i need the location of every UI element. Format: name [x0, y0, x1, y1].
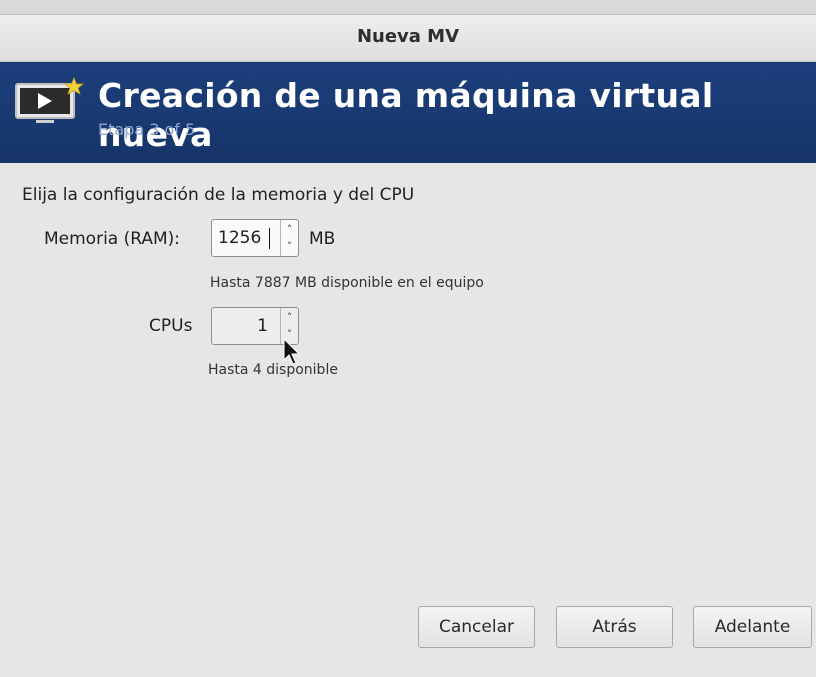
vm-monitor-icon — [15, 76, 84, 123]
title-bar[interactable]: Nueva MV — [0, 15, 816, 62]
memory-value[interactable]: 1256 — [218, 228, 261, 248]
memory-spinbox[interactable]: 1256 ˄ ˅ — [211, 219, 299, 257]
wizard-header: Creación de una máquina virtual nueva Et… — [0, 62, 816, 163]
memory-label: Memoria (RAM): — [44, 229, 181, 249]
mouse-pointer-icon — [283, 338, 301, 365]
cpus-label: CPUs — [149, 316, 193, 336]
cpus-hint: Hasta 4 disponible — [208, 362, 338, 378]
memory-increment-icon[interactable]: ˄ — [281, 221, 298, 239]
new-vm-window: Nueva MV Creación de una máquina virtual… — [0, 14, 816, 677]
memory-decrement-icon[interactable]: ˅ — [281, 238, 298, 256]
memory-hint: Hasta 7887 MB disponible en el equipo — [210, 275, 484, 291]
forward-button[interactable]: Adelante — [693, 606, 812, 648]
back-button[interactable]: Atrás — [556, 606, 673, 648]
wizard-heading: Creación de una máquina virtual nueva — [98, 76, 714, 154]
cancel-button[interactable]: Cancelar — [418, 606, 535, 648]
memory-spin-arrows: ˄ ˅ — [280, 220, 298, 256]
window-title: Nueva MV — [356, 26, 460, 47]
instruction-text: Elija la configuración de la memoria y d… — [22, 185, 415, 205]
cpus-value[interactable]: 1 — [257, 316, 268, 336]
wizard-step: Etapa 3 of 5 — [98, 120, 196, 139]
memory-unit: MB — [309, 229, 336, 249]
cpus-increment-icon[interactable]: ˄ — [281, 309, 298, 327]
text-caret — [269, 228, 270, 249]
